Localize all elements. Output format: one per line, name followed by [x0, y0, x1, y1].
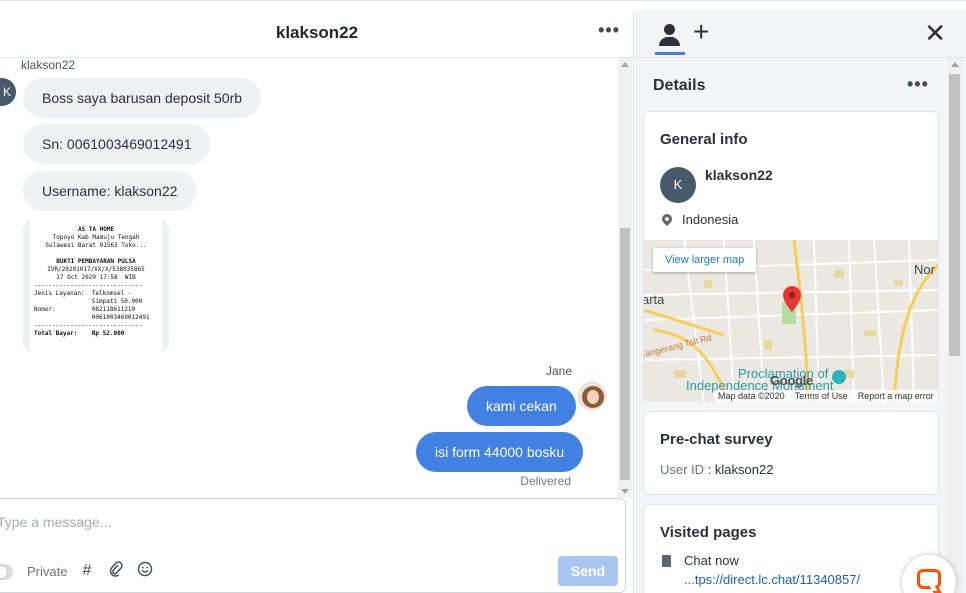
details-scrollbar[interactable] — [947, 58, 963, 593]
add-tab-plus-icon[interactable]: + — [693, 18, 709, 46]
map-place-label: Nor — [914, 262, 935, 277]
receipt-datetime: 17 Oct 2020 17:58 WIB — [56, 274, 136, 281]
message-input[interactable] — [0, 507, 593, 537]
visited-page-title: Chat now — [684, 553, 739, 568]
scroll-up-arrow-icon[interactable] — [951, 62, 959, 67]
message-list[interactable]: klakson22 K Boss saya barusan deposit 50… — [0, 58, 618, 498]
private-toggle[interactable] — [0, 564, 13, 580]
page-icon — [662, 555, 671, 567]
private-label: Private — [27, 564, 68, 579]
receipt-doc-title: BUKTI PEMBAYARAN PULSA — [56, 258, 136, 265]
details-tabs: + ✕ — [635, 10, 966, 58]
receipt-total-value: Rp 52.000 — [91, 330, 125, 337]
receipt-service-value: Telkomsel - — [91, 290, 132, 297]
receipt-address-2: Sulawesi Barat 91563 Toko... — [45, 242, 147, 249]
receipt-total-label: Total Bayar: — [34, 330, 78, 337]
user-id-label: User ID — [660, 462, 705, 477]
scroll-down-arrow-icon[interactable] — [621, 489, 629, 494]
receipt-address-1: Topoyo Kab Mamuju Tengah — [52, 234, 140, 241]
map-report-link[interactable]: Report a map error — [858, 391, 934, 401]
message-bubble-outgoing: isi form 44000 bosku — [416, 432, 584, 472]
receipt-ref: IVR/20201017/XX/X/538035865 — [47, 266, 145, 273]
send-button[interactable]: Send — [558, 556, 618, 586]
view-larger-map-button[interactable]: View larger map — [653, 248, 757, 272]
delivery-status: Delivered — [520, 474, 571, 488]
message-composer: Private # Send — [0, 498, 626, 593]
agent-avatar-face — [587, 390, 599, 404]
receipt-dashes: ------------------------------ — [34, 322, 143, 329]
chat-header: klakson22 ••• — [0, 10, 634, 58]
receipt-service-label: Jenis Layanan: — [34, 290, 85, 297]
customer-avatar-large: K — [660, 167, 696, 203]
receipt-shop: AS TA HOME — [77, 226, 115, 233]
tab-customer-details[interactable] — [655, 20, 685, 56]
customer-avatar: K — [0, 78, 16, 106]
receipt-number-value: 082118611210 — [91, 306, 136, 313]
map-data-credit: Map data ©2020 — [718, 391, 785, 401]
receipt-number-value-2: 0061003469012491 — [91, 314, 150, 321]
general-info-title: General info — [660, 131, 748, 148]
location-pin-icon — [659, 211, 675, 227]
details-more-options-icon[interactable]: ••• — [907, 74, 929, 95]
close-icon[interactable]: ✕ — [924, 20, 946, 46]
scrollbar-thumb[interactable] — [620, 228, 630, 480]
general-info-card: General info K klakson22 Indonesia View … — [643, 111, 939, 402]
pre-chat-survey-title: Pre-chat survey — [660, 431, 773, 448]
customer-country: Indonesia — [682, 212, 739, 227]
receipt-dashes: ------------------------------ — [34, 282, 143, 289]
message-bubble-incoming: Sn: 0061003469012491 — [23, 124, 211, 164]
sender-name: klakson22 — [21, 58, 76, 72]
map-place-label: arta — [644, 292, 665, 307]
chat-bubble-icon-tail — [929, 586, 943, 593]
google-logo: Google — [770, 373, 813, 388]
chat-scrollbar[interactable] — [618, 58, 632, 498]
window-top-border — [0, 0, 966, 1]
visited-page-url[interactable]: ...tps://direct.lc.chat/11340857/ — [684, 572, 860, 587]
customer-name: klakson22 — [705, 167, 773, 183]
visited-pages-title: Visited pages — [660, 524, 757, 541]
details-panel: + ✕ Details ••• General info K klakson22… — [635, 10, 966, 593]
receipt-paper: AS TA HOME Topoyo Kab Mamuju Tengah Sulawe… — [30, 218, 162, 354]
details-heading: Details — [653, 77, 706, 94]
receipt-service-value-2: Simpati 50.000 — [91, 298, 143, 305]
active-tab-indicator — [655, 52, 685, 55]
chat-panel: klakson22 ••• klakson22 K Boss saya baru… — [0, 10, 634, 593]
hashtag-icon[interactable]: # — [77, 561, 97, 581]
more-options-icon[interactable]: ••• — [598, 20, 620, 41]
receipt-divider — [34, 250, 158, 258]
pre-chat-survey-card: Pre-chat survey User ID : klakson22 — [643, 411, 939, 495]
person-icon-body — [659, 37, 680, 46]
location-map[interactable]: View larger map arta Nor Tangerang Toll … — [644, 240, 938, 402]
person-icon-head — [664, 24, 675, 35]
user-id-value: klakson22 — [714, 462, 774, 477]
toggle-knob — [0, 565, 8, 579]
agent-avatar — [578, 382, 606, 410]
scroll-up-arrow-icon[interactable] — [621, 62, 629, 67]
emoji-icon[interactable] — [135, 561, 155, 581]
map-footer: Map data ©2020 Terms of Use Report a map e… — [714, 390, 938, 402]
chat-title: klakson22 — [275, 23, 359, 42]
paperclip-icon[interactable] — [106, 561, 126, 581]
map-terms-link[interactable]: Terms of Use — [795, 391, 848, 401]
message-bubble-outgoing: kami cekan — [467, 386, 576, 426]
visited-pages-card: Visited pages Chat now ...tps://direct.l… — [643, 504, 939, 593]
scrollbar-thumb[interactable] — [949, 74, 960, 356]
survey-user-id-row: User ID : klakson22 — [660, 462, 774, 477]
message-bubble-incoming: Boss saya barusan deposit 50rb — [23, 78, 262, 118]
agent-name: Jane — [545, 364, 572, 378]
message-bubble-incoming: Username: klakson22 — [23, 171, 197, 211]
receipt-image-attachment[interactable]: AS TA HOME Topoyo Kab Mamuju Tengah Sulawe… — [23, 218, 169, 354]
receipt-number-label: Nomor: — [34, 306, 56, 313]
